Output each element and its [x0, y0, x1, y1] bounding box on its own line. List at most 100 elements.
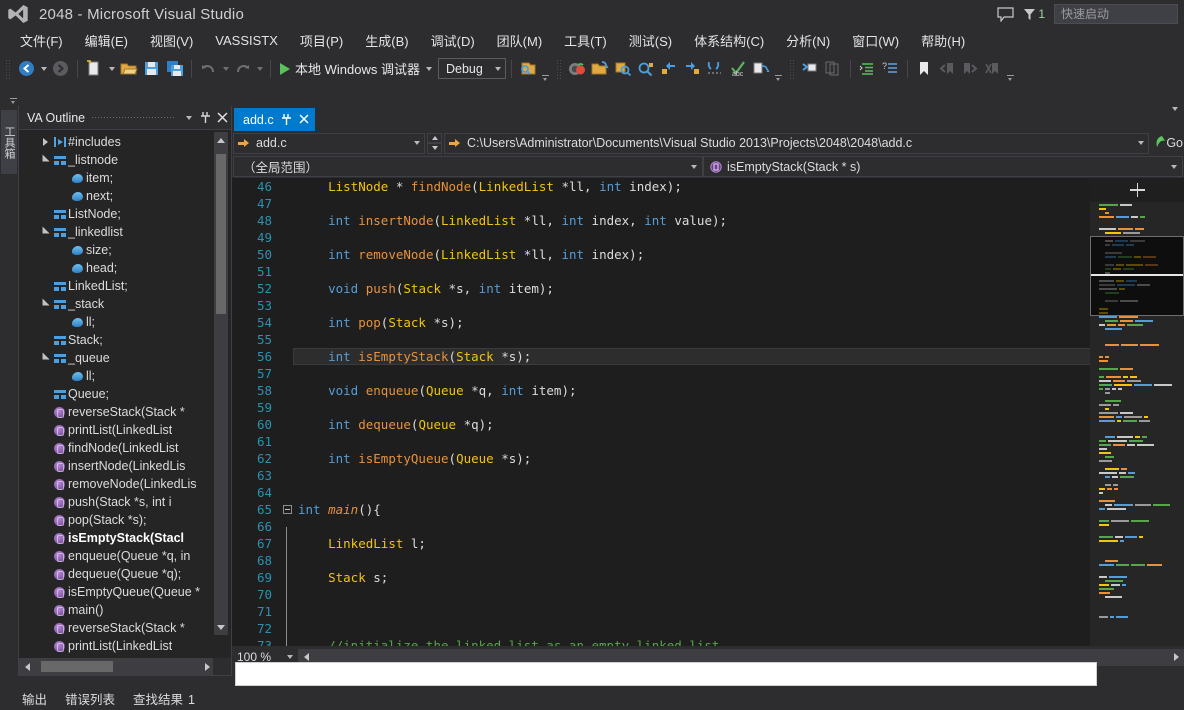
code-line[interactable]: 52 void push(Stack *s, int item); — [232, 280, 1184, 297]
va-outline-item[interactable]: _stack — [19, 295, 215, 313]
menu-item-project[interactable]: 项目(P) — [289, 28, 354, 53]
code-line[interactable]: 54 int pop(Stack *s); — [232, 314, 1184, 331]
toolbar-grip[interactable] — [5, 59, 12, 79]
scroll-up-arrow-icon[interactable] — [214, 132, 228, 148]
menu-item-edit[interactable]: 编辑(E) — [74, 28, 139, 53]
va-outline-item[interactable]: ll; — [19, 367, 215, 385]
va-outline-item[interactable]: _listnode — [19, 151, 215, 169]
scroll-left-arrow-icon[interactable] — [19, 658, 35, 675]
new-item-dropdown[interactable] — [106, 57, 117, 80]
find-symbol-icon[interactable] — [517, 57, 540, 80]
va-outline-item[interactable]: findNode(LinkedList — [19, 439, 215, 457]
code-line[interactable]: 59 — [232, 399, 1184, 416]
code-line[interactable]: 64 — [232, 484, 1184, 501]
menu-item-file[interactable]: 文件(F) — [9, 28, 74, 53]
code-line[interactable]: 72 — [232, 620, 1184, 637]
surround-with-icon[interactable] — [704, 57, 727, 80]
goto-next-icon[interactable] — [681, 57, 704, 80]
bottom-tab-output[interactable]: 输出 — [22, 689, 47, 708]
prev-bookmark-icon[interactable] — [936, 57, 959, 80]
quick-launch-input[interactable]: 快速启动 — [1054, 4, 1178, 24]
save-all-icon[interactable] — [163, 57, 186, 80]
toolbar-overflow-2[interactable] — [773, 57, 784, 80]
va-outline-item[interactable]: item; — [19, 169, 215, 187]
menu-item-team[interactable]: 团队(M) — [486, 28, 554, 53]
new-item-icon[interactable] — [83, 57, 106, 80]
code-line[interactable]: 46 ListNode * findNode(LinkedList *ll, i… — [232, 178, 1184, 195]
toolbar-overflow-4[interactable] — [8, 80, 19, 103]
code-line[interactable]: 50 int removeNode(LinkedList *ll, int in… — [232, 246, 1184, 263]
code-lines-container[interactable]: 46 ListNode * findNode(LinkedList *ll, i… — [232, 178, 1184, 654]
spinner-up[interactable] — [427, 133, 442, 144]
scroll-right-arrow-icon[interactable] — [1168, 649, 1184, 666]
navigate-forward-icon[interactable] — [49, 57, 72, 80]
code-line[interactable]: 61 — [232, 433, 1184, 450]
chevron-down-icon[interactable] — [686, 165, 702, 169]
format-document-icon[interactable] — [856, 57, 879, 80]
find-symbol-dialog-icon[interactable] — [635, 57, 658, 80]
va-outline-item[interactable]: removeNode(LinkedLis — [19, 475, 215, 493]
start-debugging-dropdown[interactable] — [424, 57, 435, 80]
menu-item-test[interactable]: 测试(S) — [618, 28, 683, 53]
find-results-panel[interactable] — [235, 662, 1097, 686]
chevron-down-icon[interactable] — [409, 141, 424, 145]
open-file-in-solution-icon[interactable] — [589, 57, 612, 80]
menu-item-tools[interactable]: 工具(T) — [553, 28, 618, 53]
code-line[interactable]: 55 — [232, 331, 1184, 348]
code-line[interactable]: 56 int isEmptyStack(Stack *s); — [232, 348, 1184, 365]
split-view-handle[interactable] — [1090, 178, 1184, 202]
va-outline-item[interactable]: ll; — [19, 313, 215, 331]
va-outline-item[interactable]: #includes — [19, 133, 215, 151]
va-outline-item[interactable]: LinkedList; — [19, 277, 215, 295]
code-line[interactable]: 47 — [232, 195, 1184, 212]
menu-item-view[interactable]: 视图(V) — [139, 28, 204, 53]
spell-check-icon[interactable]: abc — [727, 57, 750, 80]
va-outline-horizontal-scrollbar[interactable] — [19, 658, 215, 675]
va-outline-item[interactable]: reverseStack(Stack * — [19, 403, 215, 421]
feedback-balloon-icon[interactable] — [997, 7, 1014, 22]
code-line[interactable]: 53 — [232, 297, 1184, 314]
code-line[interactable]: 60 int dequeue(Queue *q); — [232, 416, 1184, 433]
chevron-down-icon[interactable] — [180, 108, 197, 128]
va-outline-item[interactable]: reverseStack(Stack * — [19, 619, 215, 637]
code-editor-surface[interactable]: 46 ListNode * findNode(LinkedList *ll, i… — [232, 178, 1184, 654]
va-outline-item[interactable]: size; — [19, 241, 215, 259]
paste-history-icon[interactable] — [799, 57, 822, 80]
toolbar-overflow-1[interactable] — [540, 57, 551, 80]
va-outline-item[interactable]: isEmptyQueue(Queue * — [19, 583, 215, 601]
open-file-icon[interactable] — [117, 57, 140, 80]
code-line[interactable]: 57 — [232, 365, 1184, 382]
menu-item-build[interactable]: 生成(B) — [354, 28, 419, 53]
file-combo[interactable]: add.c — [233, 133, 425, 154]
menu-item-window[interactable]: 窗口(W) — [841, 28, 910, 53]
va-outline-item[interactable]: dequeue(Queue *q); — [19, 565, 215, 583]
editor-tab-add-c[interactable]: add.c — [234, 108, 315, 131]
solution-configuration-combo[interactable]: Debug — [438, 58, 506, 79]
fold-toggle-icon[interactable] — [280, 505, 294, 514]
comment-block-icon[interactable]: ? — [879, 57, 902, 80]
va-outline-item[interactable]: ListNode; — [19, 205, 215, 223]
goto-previous-icon[interactable] — [658, 57, 681, 80]
scope-combo[interactable]: （全局范围） — [233, 156, 703, 177]
tree-expander-icon[interactable] — [39, 158, 51, 163]
undo-icon[interactable] — [197, 57, 220, 80]
code-line[interactable]: 62 int isEmptyQueue(Queue *s); — [232, 450, 1184, 467]
va-outline-item[interactable]: _linkedlist — [19, 223, 215, 241]
bottom-tab-find-results[interactable]: 查找结果1 — [133, 689, 195, 708]
notification-indicator[interactable]: 1 — [1023, 7, 1045, 21]
va-outline-item[interactable]: pop(Stack *s); — [19, 511, 215, 529]
pin-icon[interactable] — [281, 113, 292, 126]
spinner-down[interactable] — [427, 143, 442, 154]
menu-item-help[interactable]: 帮助(H) — [910, 28, 976, 53]
va-outline-item[interactable]: next; — [19, 187, 215, 205]
code-line[interactable]: 58 void enqueue(Queue *q, int item); — [232, 382, 1184, 399]
toolbar-grip-3[interactable] — [789, 59, 796, 79]
toolbar-grip-2[interactable] — [556, 59, 563, 79]
visual-assist-tomato-icon[interactable] — [566, 57, 589, 80]
tree-expander-icon[interactable] — [39, 356, 51, 361]
va-outline-item[interactable]: isEmptyStack(Stacl — [19, 529, 215, 547]
code-line[interactable]: 71 — [232, 603, 1184, 620]
redo-dropdown[interactable] — [254, 57, 265, 80]
nav-spinner[interactable] — [427, 133, 442, 154]
member-combo[interactable]: isEmptyStack(Stack * s) — [703, 156, 1183, 177]
